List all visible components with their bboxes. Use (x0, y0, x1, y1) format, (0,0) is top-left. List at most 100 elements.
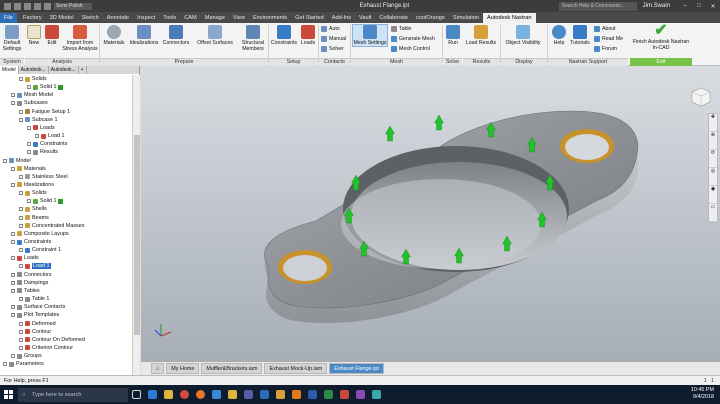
mail-icon[interactable] (208, 385, 224, 404)
tree-item-groups[interactable]: - Groups (11, 352, 42, 360)
tree-item-contour-on-deformed[interactable]: - Contour On Deformed (19, 336, 85, 344)
expand-toggle-icon[interactable]: - (19, 321, 23, 326)
expand-toggle-icon[interactable]: - (3, 158, 7, 163)
tree-item-surface-contacts[interactable]: - Surface Contacts (11, 303, 65, 311)
tree-item-subcase-1[interactable]: - Subcase 1 (19, 116, 57, 124)
solver-contacts-button[interactable]: Solver (321, 46, 344, 52)
tree-item-idealizations[interactable]: - Idealizations (11, 181, 54, 189)
file-explorer-icon[interactable] (160, 385, 176, 404)
generate-mesh-button[interactable]: Generate Mesh (391, 36, 435, 42)
tab-3d-model[interactable]: 3D Model (46, 13, 78, 23)
tree-item-constraints[interactable]: - Constraints (27, 140, 67, 148)
new-icon[interactable] (4, 2, 11, 10)
load-results-button[interactable]: Load Results (463, 25, 499, 46)
tab-tools[interactable]: Tools (159, 13, 180, 23)
tree-item-parameters[interactable]: - Parameters (3, 360, 44, 368)
view-cube[interactable] (690, 86, 712, 108)
edit-button[interactable]: Edit (44, 25, 60, 46)
app-icon[interactable] (368, 385, 384, 404)
taskbar-search-input[interactable]: ○ Type here to search (18, 387, 128, 402)
tree-item-beams[interactable]: - Beams (19, 214, 49, 222)
tree-item-plot-templates[interactable]: - Plot Templates (11, 311, 59, 319)
new-button[interactable]: New (26, 25, 42, 46)
expand-toggle-icon[interactable]: - (27, 85, 31, 90)
outlook-icon[interactable] (256, 385, 272, 404)
tree-item-results[interactable]: - Results (27, 148, 58, 156)
expand-toggle-icon[interactable]: - (19, 207, 23, 212)
expand-toggle-icon[interactable]: - (19, 345, 23, 350)
forum-button[interactable]: Forum (594, 46, 617, 52)
expand-toggle-icon[interactable]: - (11, 288, 15, 293)
expand-toggle-icon[interactable]: - (3, 362, 7, 367)
expand-toggle-icon[interactable]: - (11, 354, 15, 359)
tab-coolorange[interactable]: coolOrange (412, 13, 449, 23)
close-button[interactable]: ✕ (706, 3, 720, 10)
browser-tab-model[interactable]: Model (0, 66, 19, 74)
tree-item-model[interactable]: - Model (3, 157, 31, 165)
tree-item-deformed[interactable]: - Deformed (19, 320, 56, 328)
manual-contacts-button[interactable]: Manual (321, 36, 346, 42)
expand-toggle-icon[interactable]: - (11, 93, 15, 98)
word-icon[interactable] (304, 385, 320, 404)
tab-vault[interactable]: Vault (355, 13, 375, 23)
graphics-viewport[interactable]: ✥ ⊕ ⟳ ◎ ◉ ▭ (141, 66, 720, 361)
chrome-icon[interactable] (176, 385, 192, 404)
save-icon[interactable] (24, 2, 31, 10)
full-navigation-wheel-icon[interactable]: ◉ (709, 186, 717, 204)
expand-toggle-icon[interactable]: - (19, 337, 23, 342)
document-tab-my-home[interactable]: My Home (166, 363, 200, 374)
help-search-input[interactable]: Search Help & Commands... (558, 1, 637, 11)
expand-toggle-icon[interactable]: - (11, 182, 15, 187)
document-tab-muffler-brackets-iam[interactable]: Muffler&Brackets.iam (201, 363, 263, 374)
tree-item-solids[interactable]: - Solids (19, 189, 47, 197)
tab-collaborate[interactable]: Collaborate (375, 13, 412, 23)
redo-icon[interactable] (44, 2, 51, 10)
tree-item-shells[interactable]: - Shells (19, 205, 47, 213)
minimize-button[interactable]: – (678, 3, 692, 9)
appearance-dropdown[interactable]: Semi-Polish (54, 2, 92, 10)
expand-toggle-icon[interactable]: - (19, 191, 23, 196)
tree-item-dampings[interactable]: - Dampings (11, 279, 48, 287)
undo-icon[interactable] (34, 2, 41, 10)
expand-toggle-icon[interactable]: - (27, 199, 31, 204)
mesh-control-button[interactable]: Mesh Control (391, 46, 430, 52)
loads-button[interactable]: Loads (299, 25, 317, 46)
firefox-icon[interactable] (192, 385, 208, 404)
tab-sketch[interactable]: Sketch (78, 13, 103, 23)
tree-item-stainless-steel[interactable]: - Stainless Steel (19, 173, 68, 181)
tree-item-tables[interactable]: - Tables (11, 287, 40, 295)
user-name[interactable]: Jim.Swain (643, 3, 670, 9)
expand-toggle-icon[interactable]: - (19, 297, 23, 302)
browser-scrollbar[interactable] (132, 75, 140, 375)
tree-item-load-1[interactable]: - Load 1 (35, 132, 65, 140)
tree-item-concentrated-masses[interactable]: - Concentrated Masses (19, 222, 84, 230)
tab-file[interactable]: File (0, 13, 18, 23)
expand-toggle-icon[interactable]: - (11, 272, 15, 277)
tab-get-started[interactable]: Get Started (291, 13, 328, 23)
expand-toggle-icon[interactable]: - (11, 231, 15, 236)
app-icon[interactable] (272, 385, 288, 404)
expand-toggle-icon[interactable]: - (19, 174, 23, 179)
tab-add-ins[interactable]: Add-Ins (328, 13, 355, 23)
mesh-settings-button[interactable]: Mesh Settings (352, 24, 388, 47)
expand-toggle-icon[interactable]: - (19, 223, 23, 228)
browser-tab-nastran[interactable]: Autodesk... (19, 66, 49, 74)
tab-inspect[interactable]: Inspect (133, 13, 159, 23)
expand-toggle-icon[interactable]: - (11, 313, 15, 318)
default-settings-button[interactable]: Default Settings (1, 25, 23, 52)
tree-item-subcases[interactable]: - Subcases (11, 99, 48, 107)
document-tab-exhaust-flange-ipt[interactable]: Exhaust Flange.ipt (329, 363, 384, 374)
zoom-all-icon[interactable]: ▭ (709, 204, 717, 222)
tree-item-solid-1[interactable]: - Solid 1 (27, 197, 64, 205)
tree-item-composite-layups[interactable]: - Composite Layups (11, 230, 69, 238)
read-me-button[interactable]: Read Me (594, 36, 623, 42)
tab-environments[interactable]: Environments (249, 13, 291, 23)
tree-item-solid-1[interactable]: - Solid 1 (27, 83, 64, 91)
tab-factory[interactable]: Factory (19, 13, 46, 23)
tree-item-materials[interactable]: - Materials (11, 165, 46, 173)
add-tab-button[interactable]: + (79, 66, 87, 74)
expand-toggle-icon[interactable]: - (19, 215, 23, 220)
materials-button[interactable]: Materials (101, 25, 127, 46)
tab-manage[interactable]: Manage (201, 13, 229, 23)
expand-toggle-icon[interactable]: - (19, 248, 23, 253)
